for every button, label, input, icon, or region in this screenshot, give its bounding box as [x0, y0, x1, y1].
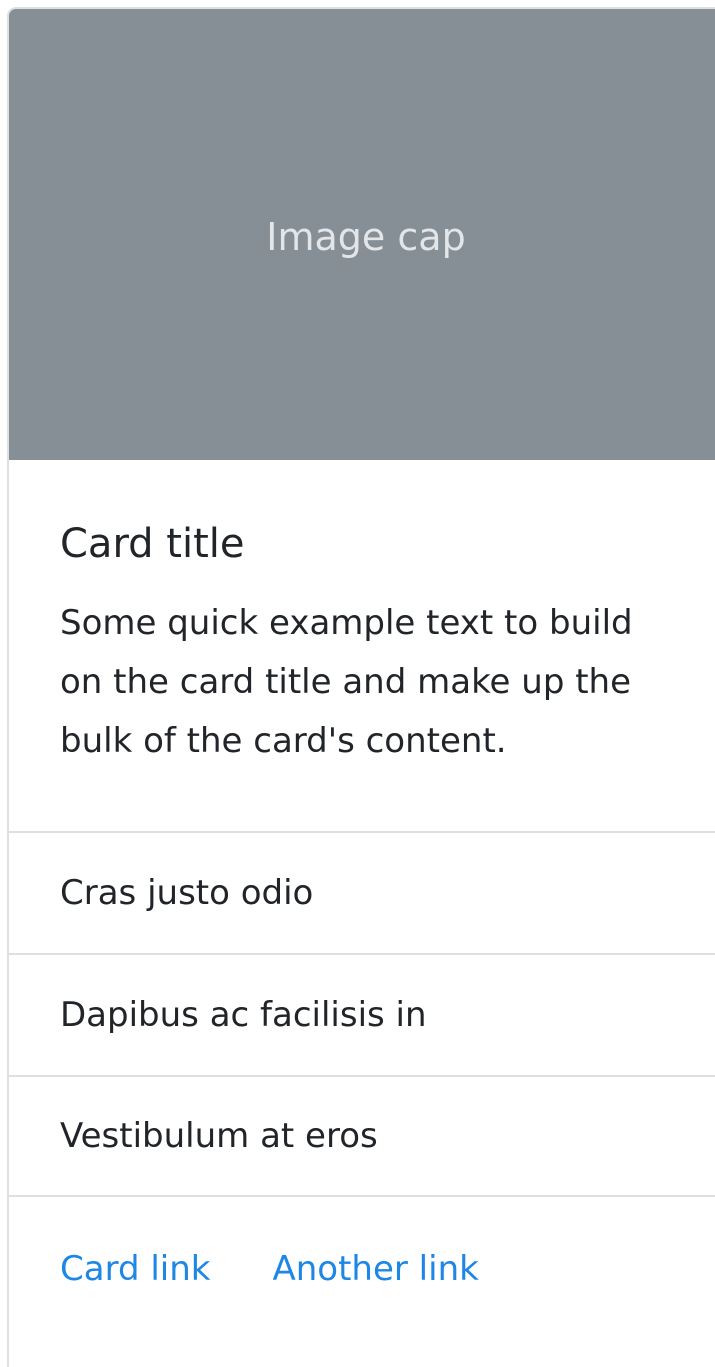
card-links: Card link Another link — [9, 1199, 715, 1289]
list-item: Cras justo odio — [9, 831, 715, 953]
list-group: Cras justo odio Dapibus ac facilisis in … — [9, 831, 715, 1197]
list-item: Vestibulum at eros — [9, 1075, 715, 1197]
card-text: Some quick example text to build on the … — [60, 603, 633, 761]
card-body: Card title Some quick example text to bu… — [9, 460, 715, 831]
image-cap-label: Image cap — [266, 214, 466, 259]
card-image-cap: Image cap — [9, 9, 715, 460]
card-link[interactable]: Card link — [60, 1249, 210, 1289]
list-item: Dapibus ac facilisis in — [9, 953, 715, 1075]
card-title: Card title — [60, 521, 245, 567]
another-link[interactable]: Another link — [272, 1249, 478, 1289]
card: Image cap Card title Some quick example … — [7, 7, 715, 1367]
